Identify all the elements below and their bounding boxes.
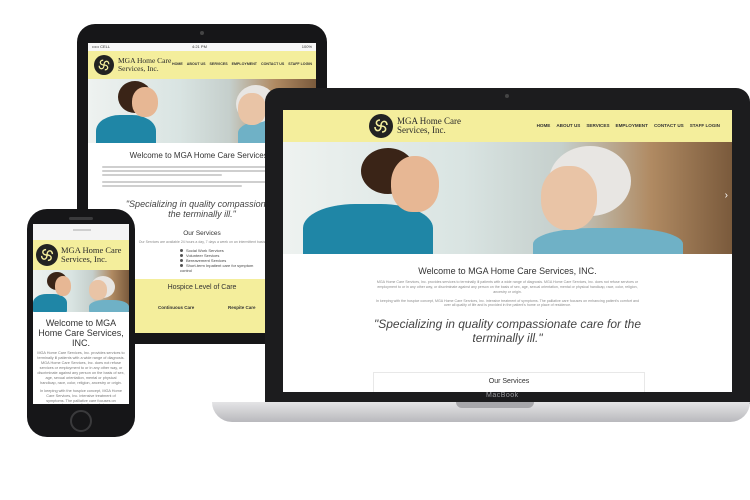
laptop-notch — [456, 402, 534, 408]
device-mockup-stage: ••••• CELL 4:21 PM 100% MGA Home Care Se… — [0, 0, 750, 500]
phone-intro-paragraph: MGA Home Care Services, Inc. provides se… — [37, 351, 125, 385]
phone-intro-paragraph-2: In keeping with the hospice concept, MGA… — [40, 388, 122, 404]
laptop-intro-paragraph: MGA Home Care Services, Inc. provides se… — [376, 280, 639, 294]
brand-line2: Services, Inc. — [397, 125, 446, 135]
carousel-next-icon[interactable]: › — [725, 190, 728, 201]
nurse-face — [391, 156, 439, 212]
nav-contact-us[interactable]: CONTACT US — [654, 123, 684, 128]
nav-services[interactable]: SERVICES — [210, 62, 228, 66]
tablet-camera — [200, 31, 204, 35]
phone-brand-name[interactable]: MGA Home Care Services, Inc. — [61, 246, 121, 264]
brand-line2: Services, Inc. — [61, 254, 108, 264]
laptop-welcome-heading: Welcome to MGA Home Care Services, INC. — [418, 266, 597, 276]
laptop-quote: "Specializing in quality compassionate c… — [373, 317, 642, 346]
nav-contact-us[interactable]: CONTACT US — [261, 62, 284, 66]
laptop-site-header: MGA Home Care Services, Inc. HOME ABOUT … — [283, 110, 732, 142]
phone-url-bar — [73, 229, 91, 231]
laptop-camera — [505, 94, 509, 98]
tablet-site-header: MGA Home Care Services, Inc. HOME ABOUT … — [88, 51, 316, 79]
logo-swirl-icon[interactable] — [94, 55, 114, 75]
nav-about-us[interactable]: ABOUT US — [187, 62, 206, 66]
nav-services[interactable]: SERVICES — [586, 123, 609, 128]
laptop-brand-name[interactable]: MGA Home Care Services, Inc. — [397, 116, 461, 136]
tablet-brand-name[interactable]: MGA Home Care Services, Inc. — [118, 57, 171, 73]
patient-figure — [533, 228, 683, 254]
laptop-hero-image: › — [283, 142, 732, 254]
nurse-face — [132, 87, 158, 117]
nav-about-us[interactable]: ABOUT US — [556, 123, 580, 128]
logo-swirl-icon[interactable] — [369, 114, 393, 138]
nav-staff-login[interactable]: STAFF LOGIN — [288, 62, 312, 66]
phone-home-button[interactable] — [70, 410, 92, 432]
level-respite-care: Respite Care — [228, 304, 256, 310]
service-item: Short-term Inpatient care for symptom co… — [180, 262, 254, 273]
tablet-status-bar: ••••• CELL 4:21 PM 100% — [88, 43, 316, 51]
laptop-brand-label: MacBook — [486, 392, 519, 399]
patient-face — [541, 166, 597, 230]
tablet-nav: HOME ABOUT US SERVICES EMPLOYMENT CONTAC… — [172, 62, 312, 66]
patient-face — [89, 280, 107, 300]
nav-employment[interactable]: EMPLOYMENT — [232, 62, 257, 66]
laptop-services-card: Our Services — [373, 372, 645, 392]
logo-swirl-icon[interactable] — [36, 244, 58, 266]
phone-hero-image — [33, 270, 129, 312]
phone-screen: MGA Home Care Services, Inc. Welcome to … — [33, 224, 129, 404]
nav-employment[interactable]: EMPLOYMENT — [616, 123, 648, 128]
level-continuous-care: Continuous Care — [158, 304, 195, 310]
nav-staff-login[interactable]: STAFF LOGIN — [690, 123, 720, 128]
status-time: 4:21 PM — [192, 44, 207, 49]
phone-speaker — [69, 217, 93, 220]
status-carrier: ••••• CELL — [92, 44, 111, 49]
phone-site-header: MGA Home Care Services, Inc. — [33, 240, 129, 270]
laptop-services-heading: Our Services — [488, 378, 530, 385]
phone-welcome-heading: Welcome to MGA Home Care Services, INC. — [38, 318, 124, 349]
laptop-screen: MGA Home Care Services, Inc. HOME ABOUT … — [283, 110, 732, 392]
patient-face — [238, 93, 266, 125]
nav-home[interactable]: HOME — [172, 62, 183, 66]
status-battery: 100% — [301, 44, 312, 49]
nurse-face — [55, 276, 71, 296]
laptop-nav: HOME ABOUT US SERVICES EMPLOYMENT CONTAC… — [537, 123, 720, 128]
patient-figure — [89, 300, 129, 312]
nav-home[interactable]: HOME — [537, 123, 551, 128]
laptop-intro-paragraph-2: In keeping with the hospice concept, MGA… — [376, 298, 639, 308]
brand-line2: Services, Inc. — [118, 64, 159, 73]
nurse-figure — [33, 294, 67, 312]
nurse-figure — [96, 115, 156, 143]
phone-status-area — [33, 224, 129, 240]
